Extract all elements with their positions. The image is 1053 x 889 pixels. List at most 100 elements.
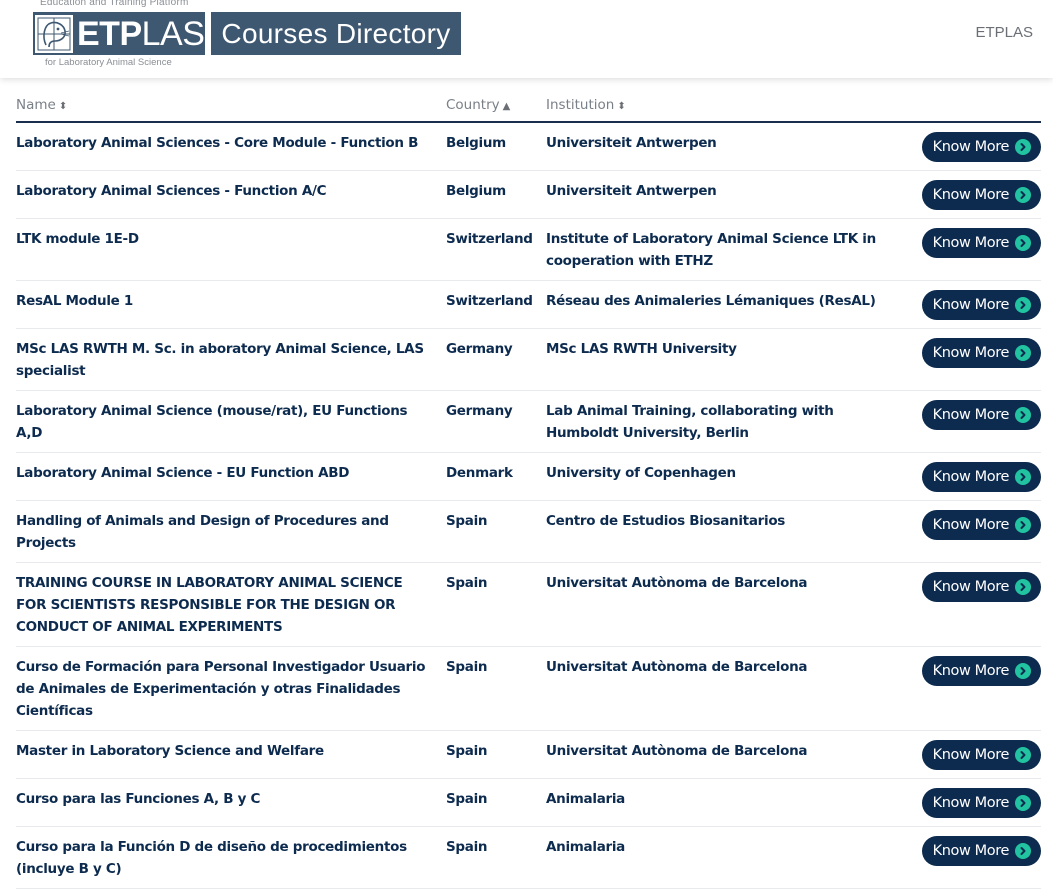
course-institution: Universiteit Antwerpen xyxy=(546,122,916,171)
chevron-right-circle-icon xyxy=(1015,407,1031,423)
table-row: LTK module 1E-D Switzerland Institute of… xyxy=(16,218,1041,281)
course-institution: Universitat Autònoma de Barcelona xyxy=(546,562,916,647)
course-name: LTK module 1E-D xyxy=(16,218,446,281)
course-name: Curso para la Función D de diseño de pro… xyxy=(16,826,446,889)
chevron-right-circle-icon xyxy=(1015,795,1031,811)
course-actions: Know More xyxy=(916,122,1041,171)
course-actions: Know More xyxy=(916,730,1041,779)
course-country: Spain xyxy=(446,646,546,731)
course-name: ResAL Module 1 xyxy=(16,280,446,329)
course-country: Spain xyxy=(446,500,546,563)
course-actions: Know More xyxy=(916,390,1041,453)
know-more-label: Know More xyxy=(932,517,1010,533)
sort-both-icon[interactable]: ⬍ xyxy=(59,101,67,112)
tagline-bottom: for Laboratory Animal Science xyxy=(45,57,172,68)
table-row: MSc LAS RWTH M. Sc. in aboratory Animal … xyxy=(16,328,1041,391)
chevron-right-circle-icon xyxy=(1015,517,1031,533)
page-title: Courses Directory xyxy=(211,12,461,55)
table-row: Curso para las Funciones A, B y C Spain … xyxy=(16,778,1041,827)
know-more-button[interactable]: Know More xyxy=(921,836,1041,866)
know-more-label: Know More xyxy=(932,139,1010,155)
courses-table: Name ⬍ Country ▲ Institution ⬍ Laboratory A… xyxy=(16,78,1041,889)
course-institution: Lab Animal Training, collaborating with … xyxy=(546,390,916,453)
course-name: Handling of Animals and Design of Proced… xyxy=(16,500,446,563)
course-actions: Know More xyxy=(916,778,1041,827)
course-institution: Institute of Laboratory Animal Science L… xyxy=(546,218,916,281)
course-name: Master in Laboratory Science and Welfare xyxy=(16,730,446,779)
course-institution: Centro de Estudios Biosanitarios xyxy=(546,500,916,563)
know-more-button[interactable]: Know More xyxy=(921,400,1041,430)
mouse-icon xyxy=(35,14,73,53)
course-country: Spain xyxy=(446,730,546,779)
know-more-label: Know More xyxy=(932,187,1010,203)
know-more-button[interactable]: Know More xyxy=(921,132,1041,162)
table-row: Curso para la Función D de diseño de pro… xyxy=(16,826,1041,889)
table-row: Curso de Formación para Personal Investi… xyxy=(16,646,1041,731)
logo-text-light: LAS xyxy=(141,14,205,53)
table-row: TRAINING COURSE IN LABORATORY ANIMAL SCI… xyxy=(16,562,1041,647)
know-more-button[interactable]: Know More xyxy=(921,462,1041,492)
chevron-right-circle-icon xyxy=(1015,297,1031,313)
sort-both-icon[interactable]: ⬍ xyxy=(617,101,625,112)
course-country: Spain xyxy=(446,826,546,889)
chevron-right-circle-icon xyxy=(1015,345,1031,361)
column-header-actions xyxy=(916,78,1041,123)
table-row: Master in Laboratory Science and Welfare… xyxy=(16,730,1041,779)
know-more-label: Know More xyxy=(932,795,1010,811)
column-header-label: Country xyxy=(446,97,500,113)
chevron-right-circle-icon xyxy=(1015,235,1031,251)
chevron-right-circle-icon xyxy=(1015,663,1031,679)
table-row: ResAL Module 1 Switzerland Réseau des An… xyxy=(16,280,1041,329)
column-header-label: Name xyxy=(16,97,56,113)
know-more-label: Know More xyxy=(932,407,1010,423)
course-institution: MSc LAS RWTH University xyxy=(546,328,916,391)
column-header-label: Institution xyxy=(546,97,615,113)
know-more-label: Know More xyxy=(932,843,1010,859)
nav-link-etplas[interactable]: ETPLAS xyxy=(975,24,1033,41)
know-more-label: Know More xyxy=(932,747,1010,763)
course-name: Curso de Formación para Personal Investi… xyxy=(16,646,446,731)
course-name: MSc LAS RWTH M. Sc. in aboratory Animal … xyxy=(16,328,446,391)
tagline-top: Education and Training Platform xyxy=(40,0,189,8)
chevron-right-circle-icon xyxy=(1015,747,1031,763)
course-institution: University of Copenhagen xyxy=(546,452,916,501)
know-more-button[interactable]: Know More xyxy=(921,180,1041,210)
course-country: Belgium xyxy=(446,170,546,219)
know-more-label: Know More xyxy=(932,579,1010,595)
know-more-button[interactable]: Know More xyxy=(921,788,1041,818)
table-row: Laboratory Animal Science - EU Function … xyxy=(16,452,1041,501)
chevron-right-circle-icon xyxy=(1015,579,1031,595)
course-actions: Know More xyxy=(916,826,1041,889)
column-header-name[interactable]: Name ⬍ xyxy=(16,78,446,123)
table-row: Laboratory Animal Sciences - Core Module… xyxy=(16,122,1041,171)
table-row: Handling of Animals and Design of Proced… xyxy=(16,500,1041,563)
course-institution: Réseau des Animaleries Lémaniques (ResAL… xyxy=(546,280,916,329)
know-more-label: Know More xyxy=(932,235,1010,251)
know-more-button[interactable]: Know More xyxy=(921,228,1041,258)
course-institution: Animalaria xyxy=(546,778,916,827)
etplas-logo[interactable]: ETPLAS xyxy=(33,12,205,55)
course-actions: Know More xyxy=(916,328,1041,391)
course-actions: Know More xyxy=(916,646,1041,731)
know-more-button[interactable]: Know More xyxy=(921,656,1041,686)
table-body: Laboratory Animal Sciences - Core Module… xyxy=(16,122,1041,889)
chevron-right-circle-icon xyxy=(1015,469,1031,485)
sort-asc-icon[interactable]: ▲ xyxy=(503,101,511,112)
course-name: Curso para las Funciones A, B y C xyxy=(16,778,446,827)
course-name: TRAINING COURSE IN LABORATORY ANIMAL SCI… xyxy=(16,562,446,647)
know-more-button[interactable]: Know More xyxy=(921,572,1041,602)
know-more-button[interactable]: Know More xyxy=(921,510,1041,540)
course-country: Belgium xyxy=(446,122,546,171)
course-country: Germany xyxy=(446,328,546,391)
chevron-right-circle-icon xyxy=(1015,187,1031,203)
know-more-button[interactable]: Know More xyxy=(921,740,1041,770)
chevron-right-circle-icon xyxy=(1015,139,1031,155)
column-header-institution[interactable]: Institution ⬍ xyxy=(546,78,916,123)
course-country: Spain xyxy=(446,562,546,647)
know-more-button[interactable]: Know More xyxy=(921,338,1041,368)
know-more-button[interactable]: Know More xyxy=(921,290,1041,320)
course-actions: Know More xyxy=(916,452,1041,501)
column-header-country[interactable]: Country ▲ xyxy=(446,78,546,123)
course-actions: Know More xyxy=(916,170,1041,219)
logo-text: ETPLAS xyxy=(77,14,205,53)
